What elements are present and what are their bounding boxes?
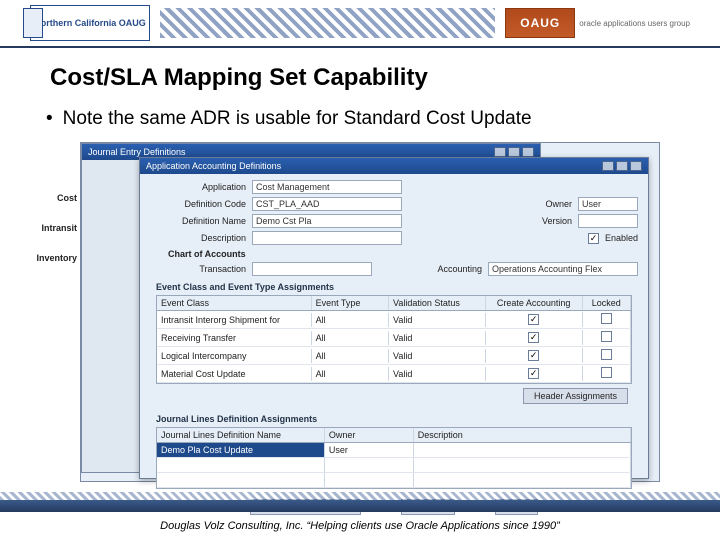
col-jld-name: Journal Lines Definition Name [157, 428, 325, 442]
slide-title: Cost/SLA Mapping Set Capability [0, 48, 720, 102]
checkbox-icon[interactable] [601, 367, 612, 378]
col-jld-desc: Description [414, 428, 631, 442]
minimize-icon[interactable] [602, 161, 614, 171]
minimize-icon[interactable] [494, 147, 506, 157]
desc-field[interactable] [252, 231, 402, 245]
back-window-title: Journal Entry Definitions [88, 147, 186, 157]
owner-field[interactable]: User [578, 197, 638, 211]
defname-label: Definition Name [150, 216, 246, 226]
acct-label: Accounting [422, 264, 482, 274]
jld-header: Journal Lines Definition Assignments [156, 414, 638, 424]
table-row[interactable]: Material Cost UpdateAllValid✓ [157, 365, 631, 383]
oaug-tagline: oracle applications users group [579, 19, 690, 28]
maximize-icon[interactable] [508, 147, 520, 157]
window-buttons [602, 161, 642, 171]
acct-field[interactable]: Operations Accounting Flex [488, 262, 638, 276]
front-window: Application Accounting Definitions Appli… [139, 157, 649, 479]
side-label: Inventory [7, 253, 81, 263]
checkbox-icon[interactable] [601, 349, 612, 360]
events-grid: Event Class Event Type Validation Status… [156, 295, 632, 384]
bullet-icon: • [46, 108, 53, 130]
defcode-label: Definition Code [150, 199, 246, 209]
bullet-text: Note the same ADR is usable for Standard… [63, 108, 532, 130]
maximize-icon[interactable] [616, 161, 628, 171]
close-icon[interactable] [522, 147, 534, 157]
oaug-logo: OAUG [505, 8, 575, 38]
slide-header: Northern California OAUG OAUG oracle app… [0, 0, 720, 48]
col-valid-status: Validation Status [389, 296, 486, 310]
table-row[interactable]: Logical IntercompanyAllValid✓ [157, 347, 631, 365]
trans-field[interactable] [252, 262, 372, 276]
col-event-class: Event Class [157, 296, 312, 310]
checkbox-icon[interactable]: ✓ [528, 332, 539, 343]
checkbox-icon[interactable] [601, 313, 612, 324]
table-row[interactable]: Intransit Interorg Shipment forAllValid✓ [157, 311, 631, 329]
oaug-brand: OAUG oracle applications users group [505, 8, 690, 38]
bullet-row: • Note the same ADR is usable for Standa… [0, 102, 720, 142]
header-assignments-button[interactable]: Header Assignments [523, 388, 628, 404]
side-label: Cost [7, 193, 81, 203]
table-row[interactable]: Demo Pla Cost UpdateUser [157, 443, 631, 458]
owner-label: Owner [522, 199, 572, 209]
col-locked: Locked [583, 296, 632, 310]
defcode-field[interactable]: CST_PLA_AAD [252, 197, 402, 211]
col-create-acct: Create Accounting [486, 296, 583, 310]
norcal-oaug-logo: Northern California OAUG [30, 5, 150, 41]
footer-pattern [0, 492, 720, 500]
header-pattern [160, 8, 495, 38]
close-icon[interactable] [630, 161, 642, 171]
checkbox-icon[interactable]: ✓ [528, 350, 539, 361]
trans-label: Transaction [150, 264, 246, 274]
jld-grid: Journal Lines Definition Name Owner Desc… [156, 427, 632, 489]
events-grid-head: Event Class Event Type Validation Status… [157, 296, 631, 311]
table-row[interactable]: Receiving TransferAllValid✓ [157, 329, 631, 347]
coa-label: Chart of Accounts [168, 249, 246, 259]
application-field[interactable]: Cost Management [252, 180, 402, 194]
screenshot-area: Cost Intransit Inventory Journal Entry D… [80, 142, 660, 482]
col-jld-owner: Owner [325, 428, 414, 442]
enabled-checkbox[interactable]: ✓ [588, 233, 599, 244]
front-window-titlebar: Application Accounting Definitions [140, 158, 648, 174]
front-window-title: Application Accounting Definitions [146, 161, 281, 171]
application-label: Application [150, 182, 246, 192]
side-labels: Cost Intransit Inventory [7, 193, 81, 283]
events-header: Event Class and Event Type Assignments [156, 282, 638, 292]
defname-field[interactable]: Demo Cst Pla [252, 214, 402, 228]
side-label: Intransit [7, 223, 81, 233]
form-area: Application Cost Management Definition C… [140, 174, 648, 523]
checkbox-icon[interactable]: ✓ [528, 368, 539, 379]
checkbox-icon[interactable] [601, 331, 612, 342]
col-event-type: Event Type [312, 296, 389, 310]
version-label: Version [522, 216, 572, 226]
footer-text: Douglas Volz Consulting, Inc. “Helping c… [0, 520, 720, 532]
enabled-label: Enabled [605, 233, 638, 243]
version-field[interactable] [578, 214, 638, 228]
checkbox-icon[interactable]: ✓ [528, 314, 539, 325]
jld-grid-head: Journal Lines Definition Name Owner Desc… [157, 428, 631, 443]
desc-label: Description [150, 233, 246, 243]
window-buttons [494, 147, 534, 157]
footer-band [0, 500, 720, 512]
